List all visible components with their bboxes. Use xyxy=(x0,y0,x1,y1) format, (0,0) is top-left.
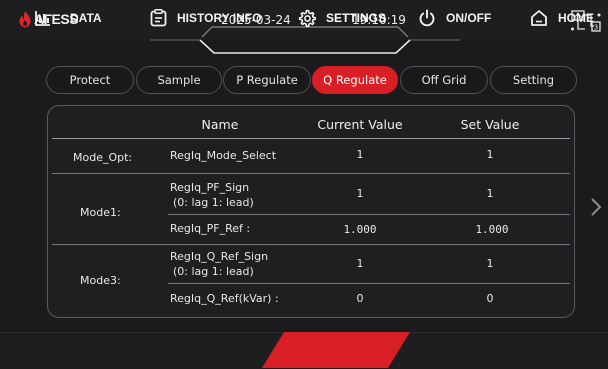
power-icon xyxy=(419,9,435,27)
current-value-cell: 1 xyxy=(356,257,364,270)
tab-q-regulate[interactable]: Q Regulate xyxy=(312,66,398,94)
param-name-cell: RegIq_Q_Ref_Sign (0: lag 1: lead) xyxy=(170,249,268,279)
svg-text:3: 3 xyxy=(594,24,598,32)
param-name: RegIq_Q_Ref_Sign xyxy=(170,250,269,263)
row-divider xyxy=(168,283,570,284)
nav-history-info-label: HISTORY INFO xyxy=(177,11,262,25)
column-header-name: Name xyxy=(201,117,239,132)
gear-icon xyxy=(298,9,316,27)
column-header-current-value: Current Value xyxy=(317,117,403,132)
current-value-cell: 1 xyxy=(356,187,364,200)
tab-setting[interactable]: Setting xyxy=(490,66,577,94)
nav-data-label: DATA xyxy=(70,11,102,25)
nav-on-off[interactable]: ON/OFF xyxy=(418,0,491,36)
q-regulate-table xyxy=(47,105,575,318)
group-label-mode-opt: Mode_Opt: xyxy=(73,151,133,164)
nav-home-label: HOME xyxy=(558,11,594,25)
clipboard-icon xyxy=(150,9,167,27)
tab-sample[interactable]: Sample xyxy=(136,66,222,94)
group-label-mode3: Mode3: xyxy=(80,274,121,287)
param-name-cell: RegIq_PF_Ref : xyxy=(170,221,250,236)
current-value-cell: 0 xyxy=(356,292,364,305)
nav-data[interactable]: DATA xyxy=(34,0,102,36)
tab-protect[interactable]: Protect xyxy=(46,66,134,94)
param-hint: (0: lag 1: lead) xyxy=(173,196,254,209)
param-name: RegIq_PF_Sign xyxy=(170,181,250,194)
param-hint: (0: lag 1: lead) xyxy=(173,265,254,278)
param-name-cell: RegIq_Q_Ref(kVar) : xyxy=(170,291,279,306)
nav-on-off-label: ON/OFF xyxy=(446,11,492,25)
set-value-cell[interactable]: 1 xyxy=(450,148,530,161)
nav-active-highlight xyxy=(262,332,410,368)
tab-off-grid[interactable]: Off Grid xyxy=(400,66,488,94)
set-value-cell[interactable]: 1 xyxy=(450,257,530,270)
row-divider xyxy=(52,244,570,245)
flame-logo-icon xyxy=(19,11,31,28)
nav-settings-label: SETTINGS xyxy=(326,11,387,25)
tab-p-regulate[interactable]: P Regulate xyxy=(223,66,311,94)
param-name: RegIq_Q_Ref(kVar) : xyxy=(170,292,279,305)
column-header-set-value: Set Value xyxy=(460,117,520,132)
home-icon xyxy=(531,10,547,26)
header-divider xyxy=(52,138,570,139)
group-label-mode1: Mode1: xyxy=(80,206,121,219)
chevron-right-icon[interactable] xyxy=(589,196,603,218)
param-name-cell: RegIq_Mode_Select xyxy=(170,148,276,163)
param-name: RegIq_PF_Ref : xyxy=(170,222,251,235)
nav-home[interactable]: HOME xyxy=(530,0,594,36)
param-name-cell: RegIq_PF_Sign (0: lag 1: lead) xyxy=(170,180,254,210)
param-name: RegIq_Mode_Select xyxy=(170,149,277,162)
set-value-cell[interactable]: 1 xyxy=(450,187,530,200)
current-value-cell: 1 xyxy=(356,148,364,161)
nav-history-info[interactable]: HISTORY INFO xyxy=(150,0,261,36)
row-divider xyxy=(168,214,570,215)
current-value-cell: 1.000 xyxy=(343,223,377,236)
row-divider xyxy=(52,173,570,174)
set-value-cell[interactable]: 0 xyxy=(450,292,530,305)
nav-settings[interactable]: SETTINGS xyxy=(298,0,386,36)
set-value-cell[interactable]: 1.000 xyxy=(452,223,532,236)
bar-chart-icon xyxy=(35,11,50,26)
